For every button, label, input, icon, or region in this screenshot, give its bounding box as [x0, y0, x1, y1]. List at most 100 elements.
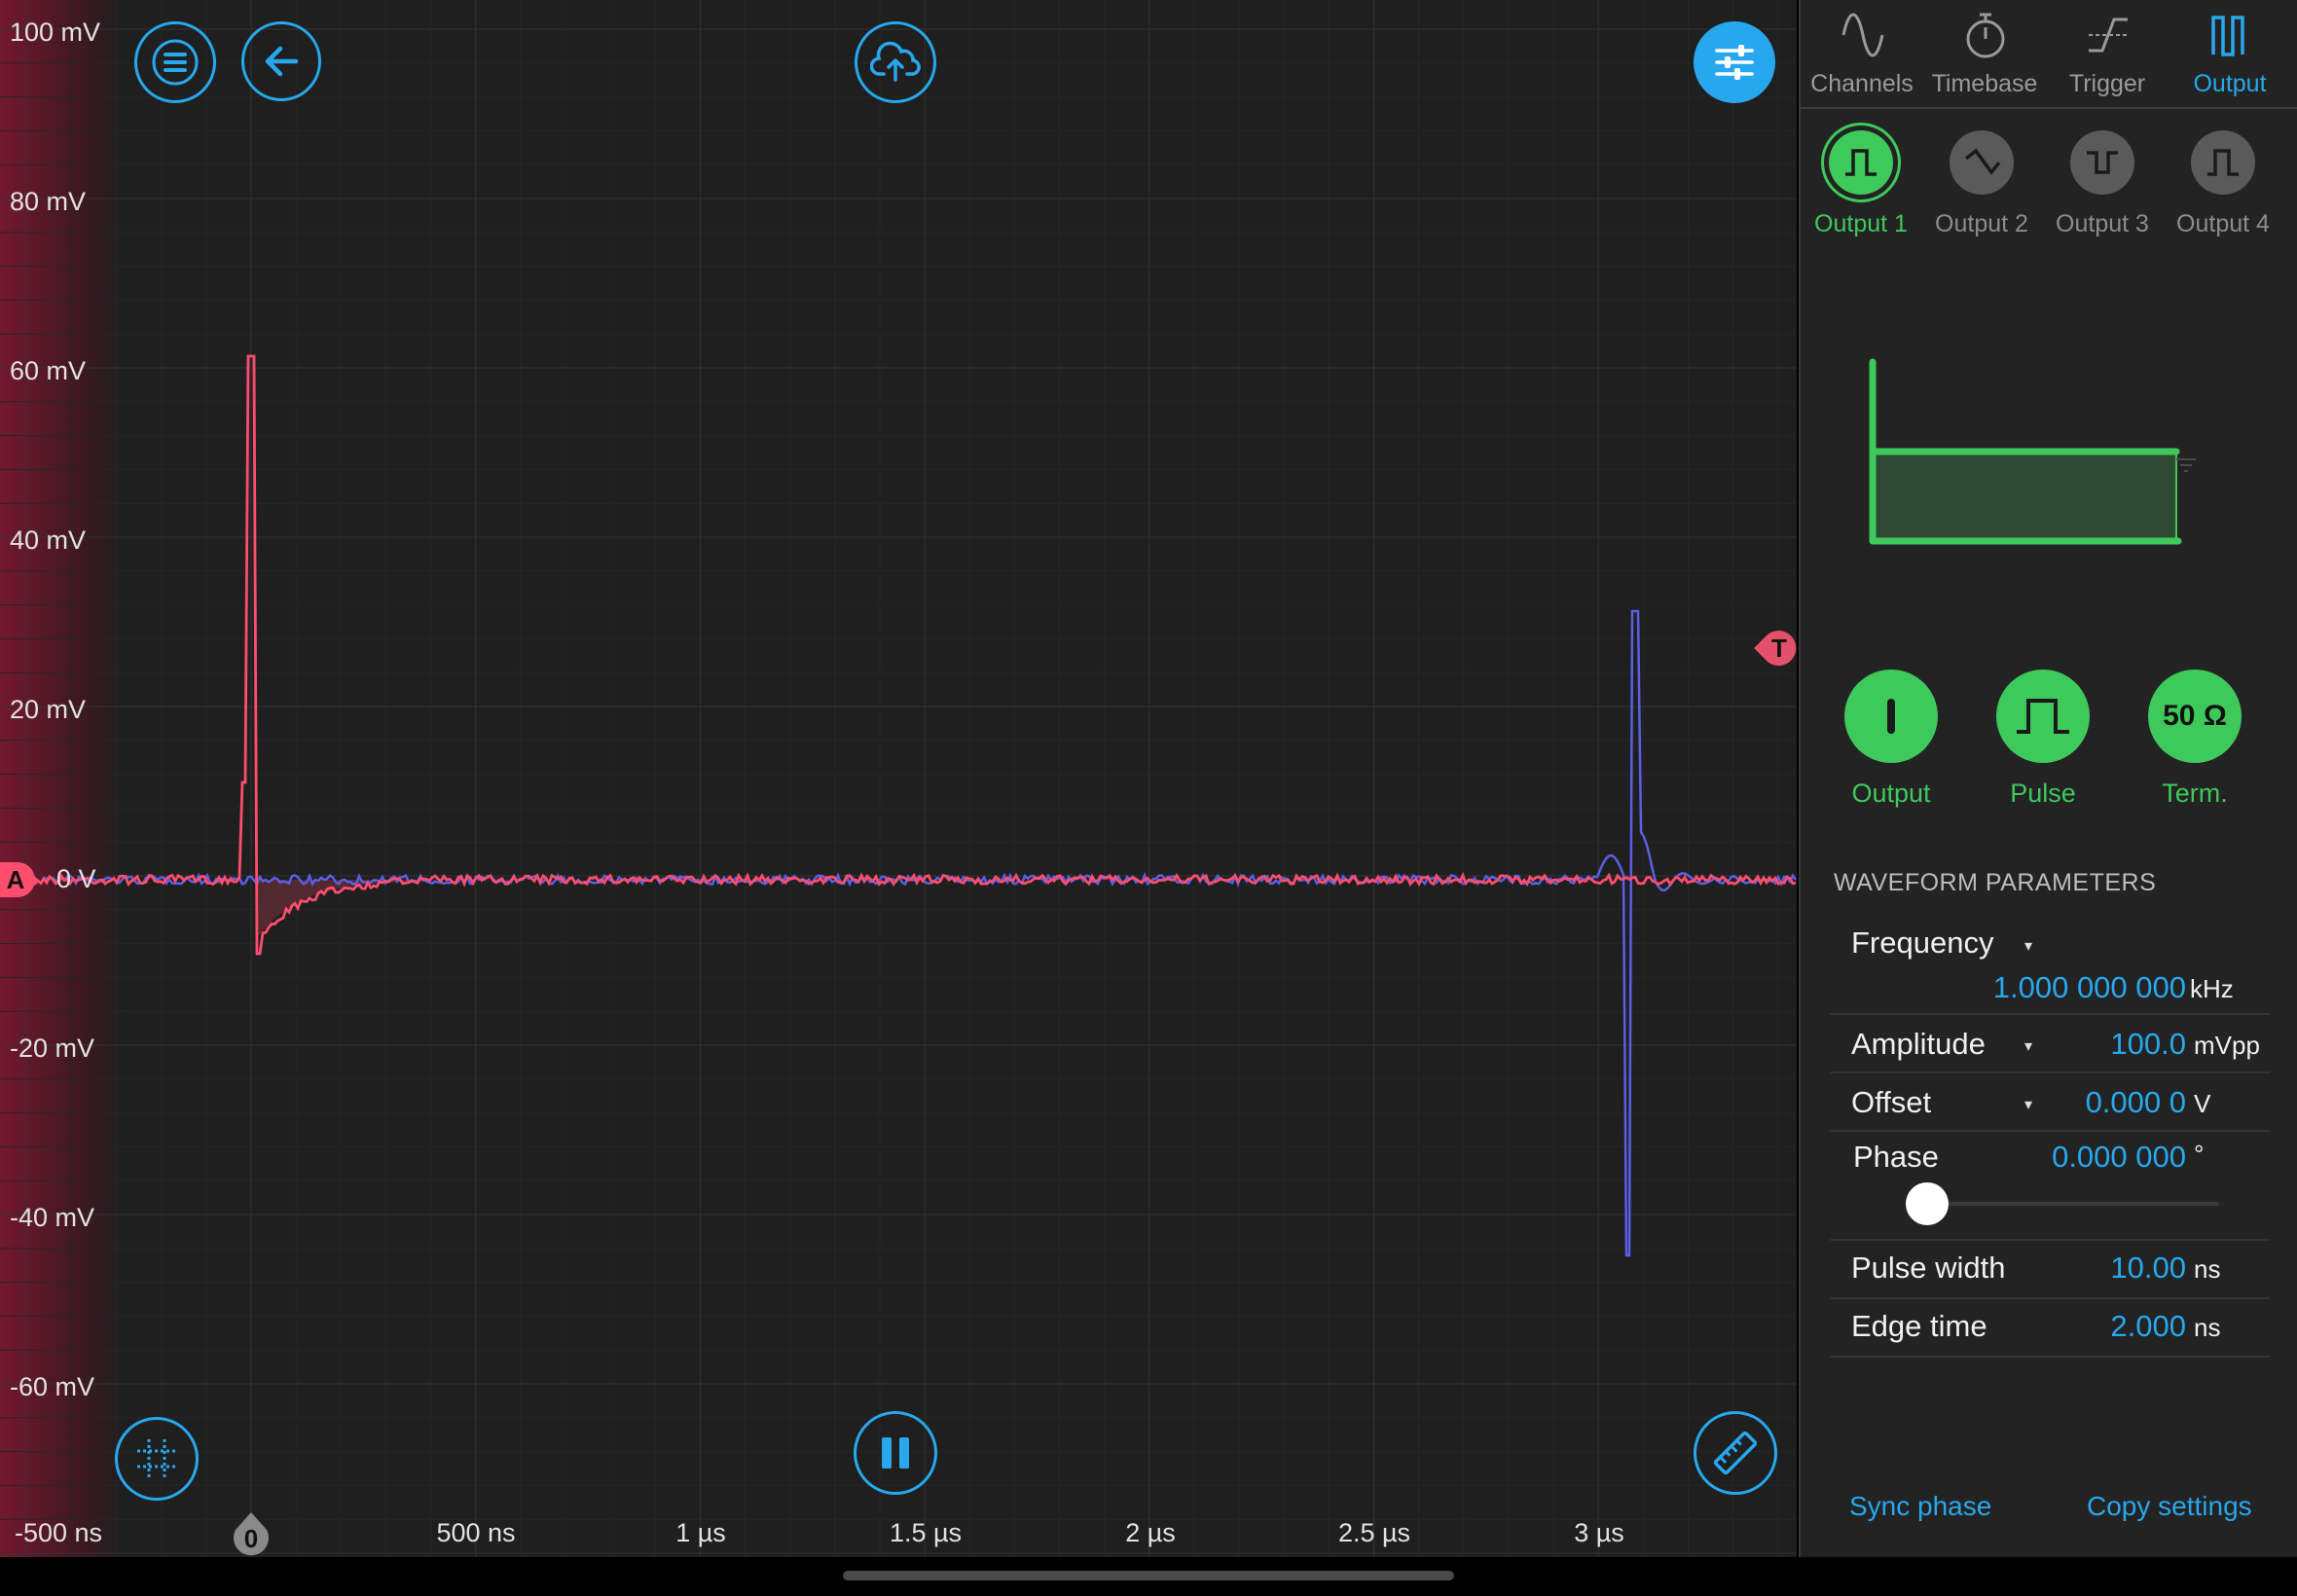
x-axis-label: 2.5 µs — [1337, 1518, 1411, 1547]
tab-label: Trigger — [2068, 70, 2146, 97]
offset-row[interactable]: Offset ▾ 0.000 0 V — [1830, 1073, 2270, 1132]
caret-down-icon[interactable]: ▾ — [2024, 936, 2032, 956]
output-label: Output 3 — [2056, 210, 2149, 237]
caret-down-icon[interactable]: ▾ — [2024, 1036, 2032, 1056]
y-axis-label: 100 mV — [10, 18, 101, 47]
x-axis-label: 2 µs — [1125, 1518, 1176, 1547]
edge-time-value[interactable]: 2.000 — [2110, 1309, 2186, 1344]
phase-row[interactable]: Phase 0.000 000 ° — [1830, 1132, 2270, 1241]
termination-icon: 50 Ω — [2148, 670, 2242, 763]
tab-trigger[interactable]: Trigger — [2046, 0, 2169, 107]
y-axis-label: 80 mV — [10, 187, 87, 216]
amplitude-value[interactable]: 100.0 — [2110, 1027, 2186, 1062]
copy-settings-button[interactable]: Copy settings — [2087, 1491, 2252, 1522]
power-icon — [1844, 670, 1938, 763]
waveform-preview — [1869, 358, 2196, 545]
pulse-width-value[interactable]: 10.00 — [2110, 1251, 2186, 1286]
ruler-icon — [1713, 1431, 1758, 1475]
output-4-selector[interactable]: Output 4 — [2163, 130, 2283, 238]
x-axis-label: 500 ns — [436, 1518, 516, 1547]
param-label: Edge time — [1851, 1309, 1987, 1343]
output-3-selector[interactable]: Output 3 — [2042, 130, 2163, 238]
cloud-upload-icon — [870, 41, 921, 82]
sliders-icon — [1715, 45, 1754, 80]
time-zero-label: 0 — [244, 1524, 258, 1553]
output-1-selector[interactable]: Output 1 — [1801, 130, 1921, 238]
hamburger-icon — [152, 39, 199, 86]
grid-button[interactable] — [115, 1417, 199, 1501]
param-unit: ns — [2194, 1313, 2221, 1342]
home-indicator[interactable] — [843, 1571, 1454, 1580]
param-unit: ns — [2194, 1254, 2221, 1284]
y-axis-label: 0 V — [56, 864, 96, 893]
section-title: WAVEFORM PARAMETERS — [1834, 869, 2157, 896]
waveform-display[interactable] — [0, 0, 1797, 1557]
plot-area[interactable]: 100 mV 80 mV 60 mV 40 mV 20 mV 0 V -20 m… — [0, 0, 1797, 1557]
arrow-left-icon — [265, 46, 299, 77]
y-axis-label: 40 mV — [10, 526, 87, 555]
param-label: Offset — [1851, 1085, 1932, 1119]
y-axis-label: 60 mV — [10, 356, 87, 385]
cloud-upload-button[interactable] — [855, 21, 936, 103]
sync-phase-button[interactable]: Sync phase — [1849, 1491, 1991, 1522]
frequency-value[interactable]: 1.000 000 000 — [1993, 970, 2186, 1005]
pulse-waveform-button[interactable]: Pulse — [1989, 670, 2096, 809]
stopwatch-icon — [1966, 13, 2005, 58]
param-label: Frequency — [1851, 925, 1994, 960]
tab-channels[interactable]: Channels — [1801, 0, 1923, 107]
pulse-output-icon — [2211, 16, 2244, 56]
frequency-row[interactable]: Frequency ▾ 1.000 000 000 kHz — [1830, 910, 2270, 1015]
square-wave-icon — [2070, 130, 2134, 195]
pulse-wave-icon — [1829, 130, 1893, 195]
trigger-edge-icon — [2089, 18, 2128, 53]
settings-button[interactable] — [1694, 21, 1775, 103]
y-axis-label: -60 mV — [10, 1372, 95, 1401]
phase-slider-track[interactable] — [1927, 1202, 2219, 1206]
x-axis-label: 1 µs — [675, 1518, 726, 1547]
y-axis-label: -20 mV — [10, 1034, 95, 1063]
plot-grid — [0, 0, 1797, 1557]
edge-time-row[interactable]: Edge time 2.000 ns — [1830, 1299, 2270, 1358]
time-zero-marker[interactable]: 0 — [230, 1510, 273, 1557]
tab-timebase[interactable]: Timebase — [1923, 0, 2046, 107]
sine-icon — [1841, 13, 1884, 57]
termination-button[interactable]: 50 Ω Term. — [2141, 670, 2248, 809]
channel-b-trace — [0, 609, 1797, 1257]
tab-label: Channels — [1810, 70, 1914, 97]
measure-button[interactable] — [1694, 1411, 1777, 1495]
caret-down-icon[interactable]: ▾ — [2024, 1095, 2032, 1114]
output-2-selector[interactable]: Output 2 — [1921, 130, 2042, 238]
tab-output[interactable]: Output — [2169, 0, 2291, 107]
trigger-level-marker[interactable]: T — [1752, 627, 1797, 670]
triangle-wave-icon — [1950, 130, 2014, 195]
grid-icon — [137, 1439, 176, 1478]
amplitude-row[interactable]: Amplitude ▾ 100.0 mVpp — [1830, 1015, 2270, 1073]
param-label: Pulse width — [1851, 1251, 2006, 1285]
channel-a-marker-label: A — [7, 865, 25, 894]
pulse-width-row[interactable]: Pulse width 10.00 ns — [1830, 1241, 2270, 1299]
pulse-icon — [1996, 670, 2090, 763]
phase-slider-handle[interactable] — [1906, 1182, 1949, 1225]
param-label: Phase — [1853, 1140, 1939, 1174]
channel-a-marker[interactable]: A — [0, 858, 43, 901]
output-label: Output 4 — [2176, 210, 2270, 237]
settings-panel: Channels Timebase Trigger Output Output … — [1799, 0, 2297, 1557]
pulse-wave-icon — [2191, 130, 2255, 195]
control-label: Output — [1851, 779, 1931, 808]
param-unit: kHz — [2190, 974, 2234, 1003]
y-axis-label: 20 mV — [10, 695, 87, 724]
tabs-divider — [1801, 107, 2297, 109]
phase-value[interactable]: 0.000 000 — [2052, 1140, 2186, 1175]
tab-label: Timebase — [1931, 70, 2038, 97]
back-button[interactable] — [241, 21, 321, 101]
offset-value[interactable]: 0.000 0 — [2086, 1085, 2186, 1120]
tab-label: Output — [2193, 70, 2267, 97]
menu-button[interactable] — [134, 21, 216, 103]
trigger-marker-label: T — [1771, 634, 1787, 663]
pause-icon — [882, 1437, 909, 1469]
control-label: Pulse — [2010, 779, 2076, 808]
output-toggle[interactable]: Output — [1838, 670, 1945, 809]
pause-button[interactable] — [854, 1411, 937, 1495]
param-unit: mVpp — [2194, 1031, 2260, 1060]
output-label: Output 2 — [1935, 210, 2028, 237]
